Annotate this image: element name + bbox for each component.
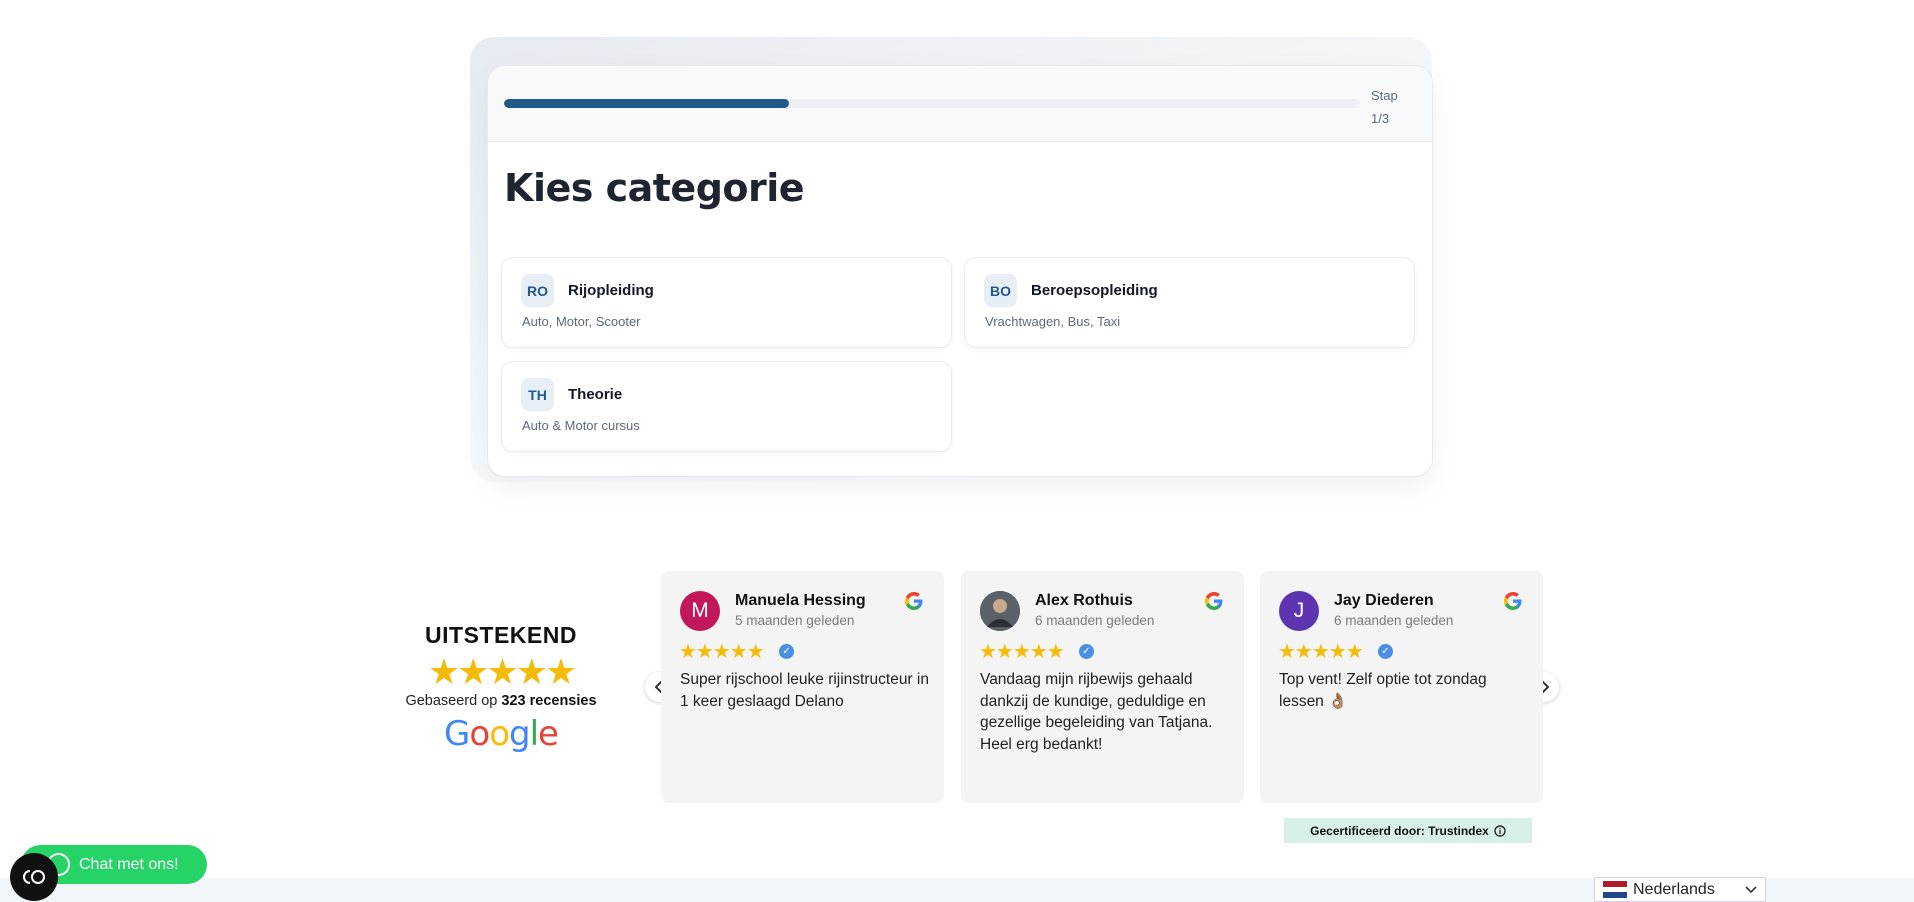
progress-bar	[504, 99, 1360, 108]
option-badge: BO	[984, 274, 1017, 307]
review-card: Alex Rothuis 6 maanden geleden ★★★★★ ✓ V…	[961, 571, 1244, 803]
review-text: Top vent! Zelf optie tot zondag lessen 👌…	[1279, 671, 1487, 710]
review-stars: ★★★★★	[1278, 641, 1364, 663]
chat-label: Chat met ons!	[79, 855, 179, 873]
category-wizard: Stap 1/3 Kies categorie RO Rijopleiding …	[487, 65, 1433, 477]
option-badge: TH	[521, 378, 554, 411]
page-title: Kies categorie	[504, 166, 805, 210]
avatar	[980, 591, 1020, 631]
review-card: J Jay Diederen 6 maanden geleden ★★★★★ ✓…	[1260, 571, 1543, 803]
option-title: Beroepsopleiding	[1031, 282, 1158, 299]
option-beroepsopleiding[interactable]: BO Beroepsopleiding Vrachtwagen, Bus, Ta…	[964, 257, 1415, 348]
rating-word: UITSTEKEND	[425, 622, 577, 648]
avatar: M	[680, 591, 720, 631]
verified-icon: ✓	[779, 644, 794, 659]
trustindex-certified-badge[interactable]: Gecertificeerd door: Trustindex	[1284, 818, 1532, 843]
review-stars: ★★★★★	[979, 641, 1065, 663]
option-subtitle: Auto & Motor cursus	[522, 418, 640, 433]
review-text: Vandaag mijn rijbewijs gehaald dankzij d…	[980, 671, 1213, 753]
review-date: 6 maanden geleden	[1334, 613, 1454, 628]
based-on-text: Gebaseerd op 323 recensies	[395, 693, 607, 709]
step-label: Stap	[1371, 88, 1398, 103]
accessibility-button[interactable]	[10, 853, 58, 901]
option-title: Theorie	[568, 386, 623, 403]
google-logo: Google	[444, 714, 559, 754]
progress-fill	[504, 99, 790, 108]
summary-stars: ★★★★★	[427, 651, 577, 692]
based-on-prefix: Gebaseerd op	[405, 693, 502, 709]
google-icon	[1205, 592, 1223, 610]
language-label: Nederlands	[1633, 880, 1715, 898]
google-icon	[1504, 592, 1522, 610]
info-icon	[1494, 824, 1506, 837]
language-select[interactable]: Nederlands	[1594, 877, 1766, 902]
option-subtitle: Auto, Motor, Scooter	[522, 314, 641, 329]
review-stars: ★★★★★	[679, 641, 765, 663]
option-badge: RO	[521, 274, 554, 307]
reviewer-name: Alex Rothuis	[1035, 592, 1133, 609]
accessibility-toggle-icon	[23, 870, 45, 884]
option-title: Rijopleiding	[568, 282, 654, 299]
verified-icon: ✓	[1378, 644, 1393, 659]
step-indicator: Stap 1/3	[1371, 84, 1398, 130]
step-value: 1/3	[1371, 111, 1390, 126]
review-summary: UITSTEKEND ★★★★★ Gebaseerd op 323 recens…	[395, 622, 607, 753]
certified-text: Gecertificeerd door: Trustindex	[1310, 823, 1489, 838]
review-date: 5 maanden geleden	[735, 613, 855, 628]
option-theorie[interactable]: TH Theorie Auto & Motor cursus	[501, 361, 952, 452]
review-date: 6 maanden geleden	[1035, 613, 1155, 628]
option-rijopleiding[interactable]: RO Rijopleiding Auto, Motor, Scooter	[501, 257, 952, 348]
verified-icon: ✓	[1079, 644, 1094, 659]
review-card: M Manuela Hessing 5 maanden geleden ★★★★…	[661, 571, 944, 803]
chevron-down-icon	[1745, 885, 1757, 893]
option-subtitle: Vrachtwagen, Bus, Taxi	[985, 314, 1121, 329]
reviewer-name: Manuela Hessing	[735, 592, 866, 609]
google-icon	[905, 592, 923, 610]
review-count: 323 recensies	[501, 693, 597, 709]
netherlands-flag-icon	[1603, 881, 1627, 899]
avatar: J	[1279, 591, 1319, 631]
reviewer-name: Jay Diederen	[1334, 592, 1434, 609]
wizard-header: Stap 1/3	[488, 66, 1432, 142]
person-photo-icon	[980, 591, 1020, 631]
review-text: Super rijschool leuke rijinstructeur in …	[680, 671, 929, 710]
